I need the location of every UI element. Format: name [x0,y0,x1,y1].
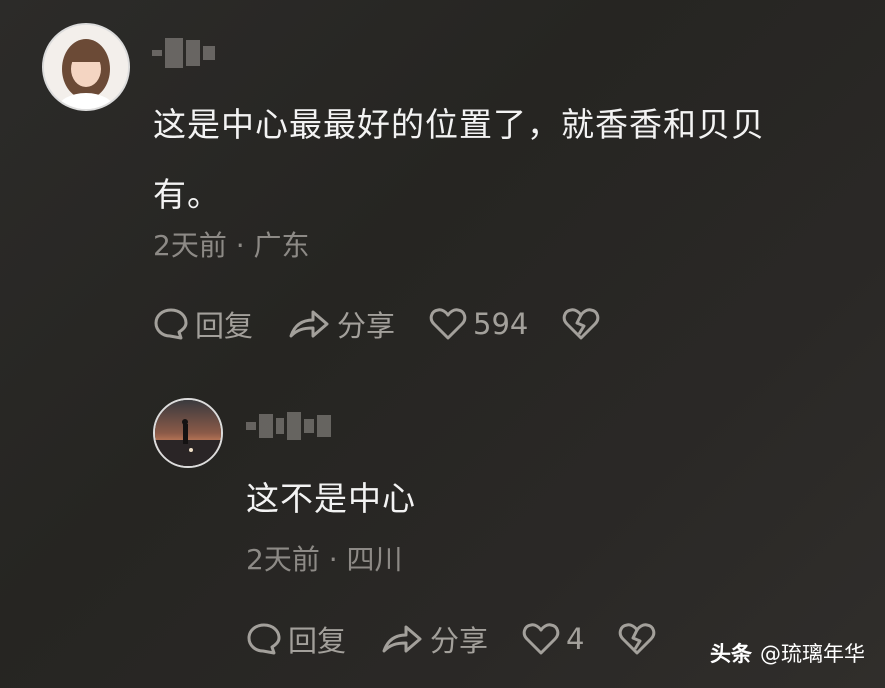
reply-reply-label: 回复 [288,624,347,658]
reply-label: 回复 [195,309,254,343]
share-icon [382,625,422,653]
reply-like-button[interactable]: 4 [522,621,584,657]
reply-dislike-button[interactable] [618,621,662,657]
dislike-button[interactable] [562,306,606,342]
comment-icon [247,623,281,655]
comment-icon [154,308,188,340]
reply-text: 这不是中心 [246,479,416,518]
like-button[interactable]: 594 [429,306,528,342]
reply-share-button[interactable]: 分享 [380,618,488,660]
reply-share-label: 分享 [430,624,489,658]
reply-meta: 2天前 · 四川 [246,543,403,576]
reply-username-blurred[interactable] [246,412,331,440]
comment-meta: 2天前 · 广东 [153,229,310,262]
avatar[interactable] [42,23,130,111]
comment: 这是中心最最好的位置了，就香香和贝贝 有。 2天前 · 广东 回复 分享 594 [0,0,885,370]
share-icon [289,310,329,338]
watermark: 头条 @琉璃年华 [710,638,865,668]
username-blurred[interactable] [152,38,215,68]
share-label: 分享 [337,309,396,343]
reply-actions: 回复 分享 4 [246,618,696,660]
reply-like-count: 4 [566,622,585,656]
watermark-handle: @琉璃年华 [760,642,865,666]
reply-reply-button[interactable]: 回复 [246,618,346,660]
comment-text: 这是中心最最好的位置了，就香香和贝贝 有。 [153,90,853,230]
share-button[interactable]: 分享 [287,303,395,345]
comment-text-line-2: 有。 [153,175,221,214]
broken-heart-icon [563,308,600,340]
heart-icon [429,308,467,340]
reply-comment: 这不是中心 2天前 · 四川 回复 分享 4 [0,380,885,680]
broken-heart-icon [619,623,656,655]
reply-button[interactable]: 回复 [153,303,253,345]
reply-avatar[interactable] [153,398,223,468]
heart-icon [522,623,560,655]
comment-text-line-1: 这是中心最最好的位置了，就香香和贝贝 [153,105,765,144]
comment-actions: 回复 分享 594 [153,303,640,345]
watermark-brand: 头条 [710,642,752,666]
like-count: 594 [473,307,529,341]
